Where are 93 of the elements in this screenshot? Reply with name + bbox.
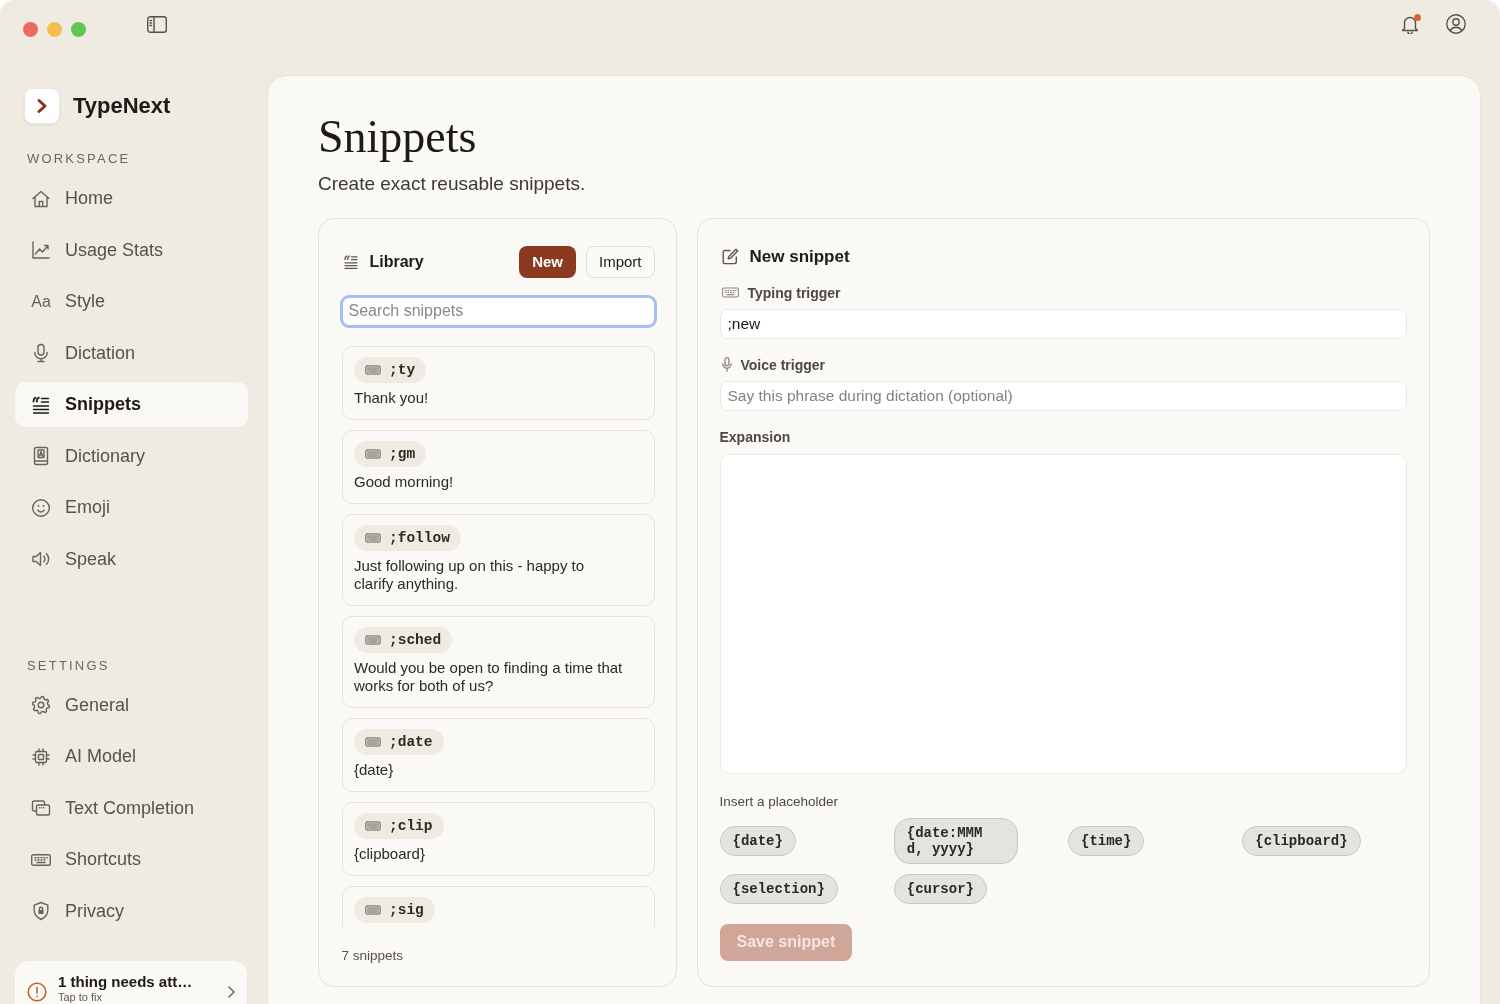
logo-icon	[24, 88, 60, 124]
page-subtitle: Create exact reusable snippets.	[318, 173, 587, 195]
notification-bell-icon[interactable]	[1401, 15, 1419, 34]
snippet-text: Thank you!	[354, 389, 429, 407]
snippet-text: Just following up on this - happy to clarify anything.	[354, 557, 586, 593]
sidebar-item[interactable]: Shortcuts	[15, 837, 248, 882]
home-icon	[31, 188, 51, 209]
alert-subtitle: Tap to fix	[58, 991, 104, 1003]
text-style-icon: Aa	[31, 292, 51, 311]
alert-title: 1 thing needs att…	[58, 973, 193, 991]
keyboard-icon	[365, 449, 381, 459]
field-label: Voice trigger	[740, 356, 826, 373]
snippet-card[interactable]: ;date {date}	[341, 717, 655, 792]
snippet-card[interactable]: ;sig	[341, 885, 655, 929]
settings-icon	[31, 695, 51, 715]
page-title: Snippets	[318, 112, 478, 162]
microphone-icon	[721, 357, 732, 372]
search-field[interactable]: Search snippets	[339, 294, 657, 328]
sidebar-item[interactable]: AI Model	[15, 734, 248, 779]
trigger-text: ;clip	[389, 818, 433, 834]
typing-trigger-field[interactable]: ;new	[719, 308, 1407, 339]
sidebar-item[interactable]: Dictionary	[15, 433, 248, 479]
snippet-card[interactable]: ;follow Just following up on this - happy to clarify anything.	[341, 513, 655, 606]
snippet-count: 7 snippets	[341, 948, 405, 964]
warning-icon	[27, 982, 47, 1002]
app-name: TypeNext	[73, 93, 171, 119]
snippet-text: Good morning!	[354, 473, 454, 491]
panel-title: Library	[369, 252, 424, 271]
new-button[interactable]: New	[519, 245, 576, 278]
placeholder-chip[interactable]: {date:MMM d, yyyy}	[893, 817, 1018, 864]
sidebar-item[interactable]: Privacy	[15, 888, 248, 934]
trigger-text: ;gm	[389, 446, 416, 462]
speaker-icon	[31, 549, 51, 569]
section-heading: SETTINGS	[26, 658, 111, 672]
windows-icon	[31, 798, 51, 818]
keyboard-icon	[31, 853, 51, 866]
snippet-text: {clipboard}	[354, 845, 425, 863]
sidebar-item[interactable]: Snippets	[15, 382, 248, 427]
snippets-icon	[342, 253, 359, 270]
keyboard-icon	[365, 737, 381, 747]
keyboard-icon	[365, 533, 381, 543]
trigger-text: ;date	[389, 734, 433, 750]
keyboard-icon	[365, 635, 381, 645]
placeholder-chip[interactable]: {date}	[719, 825, 796, 856]
keyboard-icon	[365, 821, 381, 831]
snippet-card[interactable]: ;gm Good morning!	[341, 429, 655, 504]
sidebar-item[interactable]: Dictation	[15, 330, 248, 376]
placeholder-label: Insert a placeholder	[719, 793, 840, 810]
trigger-text: ;sig	[389, 902, 424, 918]
sidebar-item[interactable]: Home	[15, 176, 248, 221]
section-heading: WORKSPACE	[26, 152, 132, 165]
trigger-text: ;ty	[389, 362, 416, 378]
sidebar-item[interactable]: Emoji	[15, 485, 248, 530]
keyboard-icon	[365, 365, 381, 375]
field-label: Expansion	[719, 428, 791, 445]
snippet-text: {date}	[354, 761, 394, 779]
sidebar-item[interactable]: Usage Stats	[15, 227, 248, 273]
account-icon[interactable]	[1446, 14, 1466, 34]
zoom-button[interactable]	[71, 21, 86, 37]
editor-title: New snippet	[749, 246, 850, 267]
sidebar-item[interactable]: General	[15, 682, 248, 728]
placeholder-chip[interactable]: {time}	[1068, 825, 1145, 856]
expansion-field[interactable]	[719, 453, 1407, 774]
field-label: Typing trigger	[747, 284, 841, 301]
shield-lock-icon	[31, 901, 51, 921]
snippets-icon	[31, 394, 51, 415]
sidebar-toggle-icon[interactable]	[147, 16, 167, 33]
snippet-card[interactable]: ;ty Thank you!	[341, 345, 655, 420]
keyboard-icon	[365, 905, 381, 915]
microphone-icon	[31, 343, 51, 363]
placeholder-chip[interactable]: {clipboard}	[1242, 825, 1361, 856]
sidebar-item[interactable]: Speak	[15, 536, 248, 582]
placeholder-chip[interactable]: {cursor}	[893, 873, 987, 904]
chip-icon	[31, 746, 51, 767]
minimize-button[interactable]	[47, 21, 62, 37]
smiley-icon	[31, 497, 51, 518]
alert-card[interactable]: 1 thing needs att… Tap to fix	[15, 961, 247, 1004]
book-icon	[31, 446, 51, 466]
voice-trigger-field[interactable]: Say this phrase during dictation (optional)	[719, 380, 1407, 411]
snippet-card[interactable]: ;sched Would you be open to finding a time that works for both of us?	[341, 615, 655, 708]
keyboard-icon	[721, 287, 739, 298]
close-button[interactable]	[23, 21, 38, 37]
snippet-text: Would you be open to finding a time that works for both of us?	[354, 659, 624, 695]
edit-icon	[721, 248, 739, 265]
sidebar-item[interactable]: Aa Style	[15, 279, 248, 324]
placeholder-chip[interactable]: {selection}	[719, 873, 838, 904]
chevron-right-icon	[228, 986, 235, 998]
trigger-text: ;sched	[389, 632, 442, 648]
line-chart-icon	[31, 240, 51, 260]
trigger-text: ;follow	[389, 530, 450, 546]
snippet-card[interactable]: ;clip {clipboard}	[341, 801, 655, 876]
import-button[interactable]: Import	[586, 245, 655, 278]
sidebar-item[interactable]: Text Completion	[15, 785, 248, 831]
